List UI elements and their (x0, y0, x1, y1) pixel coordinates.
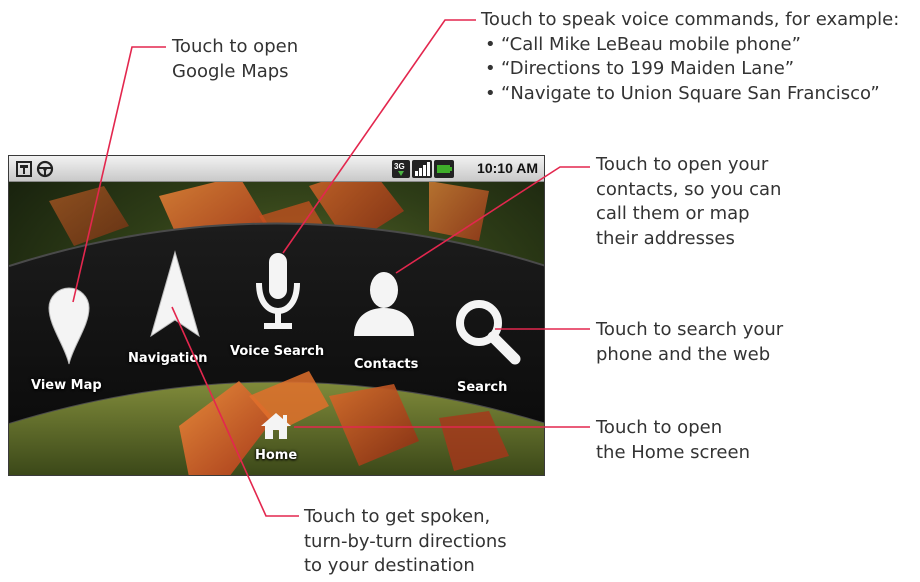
3g-icon-text: 3G (394, 162, 405, 171)
navigation-label: Navigation (128, 351, 208, 366)
home-button[interactable]: Home (246, 406, 306, 472)
callout-navigation-line: turn-by-turn directions (304, 530, 507, 552)
callout-contacts-line: Touch to open your (596, 154, 769, 175)
map-pin-icon (48, 287, 90, 365)
status-time: 10:10 AM (477, 160, 538, 176)
callout-navigation-line: to your destination (304, 555, 475, 576)
car-home-screen: 3G 10:10 AM View Map Navigation Voice Se… (8, 155, 545, 476)
callout-home: Touch to open the Home screen (596, 416, 750, 465)
callout-maps-line1: Touch to open (172, 36, 299, 57)
view-map-label: View Map (31, 378, 102, 393)
callout-maps: Touch to open Google Maps (172, 35, 298, 84)
contact-person-icon (354, 272, 414, 336)
notification-icon[interactable] (15, 160, 33, 178)
callout-contacts-line: their addresses (596, 227, 735, 249)
callout-voice-example: “Navigate to Union Square San Francisco” (481, 82, 899, 107)
magnifier-icon (456, 300, 521, 365)
callout-maps-line2: Google Maps (172, 60, 289, 82)
navigation-button[interactable]: Navigation (124, 248, 224, 368)
microphone-icon (256, 253, 300, 329)
callout-voice: Touch to speak voice commands, for examp… (481, 8, 899, 106)
callout-search: Touch to search your phone and the web (596, 318, 783, 367)
contacts-button[interactable]: Contacts (344, 256, 444, 381)
status-bar: 3G 10:10 AM (9, 156, 544, 182)
steering-wheel-icon[interactable] (36, 160, 54, 178)
callout-contacts-line: call them or map (596, 203, 750, 224)
callout-voice-example: “Call Mike LeBeau mobile phone” (481, 33, 899, 58)
car-home-diagram: Touch to open Google Maps Touch to speak… (0, 0, 920, 582)
voice-search-label: Voice Search (230, 344, 325, 359)
callout-navigation: Touch to get spoken, turn-by-turn direct… (304, 505, 507, 579)
callout-voice-examples: “Call Mike LeBeau mobile phone” “Directi… (481, 33, 899, 107)
voice-search-button[interactable]: Voice Search (224, 246, 334, 366)
3g-icon: 3G (392, 160, 410, 178)
home-label: Home (255, 448, 298, 463)
callout-navigation-line: Touch to get spoken, (304, 506, 491, 527)
battery-icon (434, 160, 454, 178)
contacts-label: Contacts (354, 357, 419, 372)
callout-search-line: phone and the web (596, 343, 771, 365)
callout-voice-example: “Directions to 199 Maiden Lane” (481, 57, 899, 82)
navigation-arrow-icon (150, 250, 200, 338)
signal-icon (412, 160, 432, 178)
callout-home-line: Touch to open (596, 417, 723, 438)
home-icon (261, 413, 291, 439)
callout-voice-intro: Touch to speak voice commands, for examp… (481, 9, 900, 30)
search-button[interactable]: Search (446, 296, 541, 406)
callout-search-line: Touch to search your (596, 319, 784, 340)
search-label: Search (457, 380, 508, 395)
callout-contacts: Touch to open your contacts, so you can … (596, 153, 781, 251)
view-map-button[interactable]: View Map (27, 276, 127, 404)
callout-home-line: the Home screen (596, 441, 750, 463)
callout-contacts-line: contacts, so you can (596, 178, 782, 200)
